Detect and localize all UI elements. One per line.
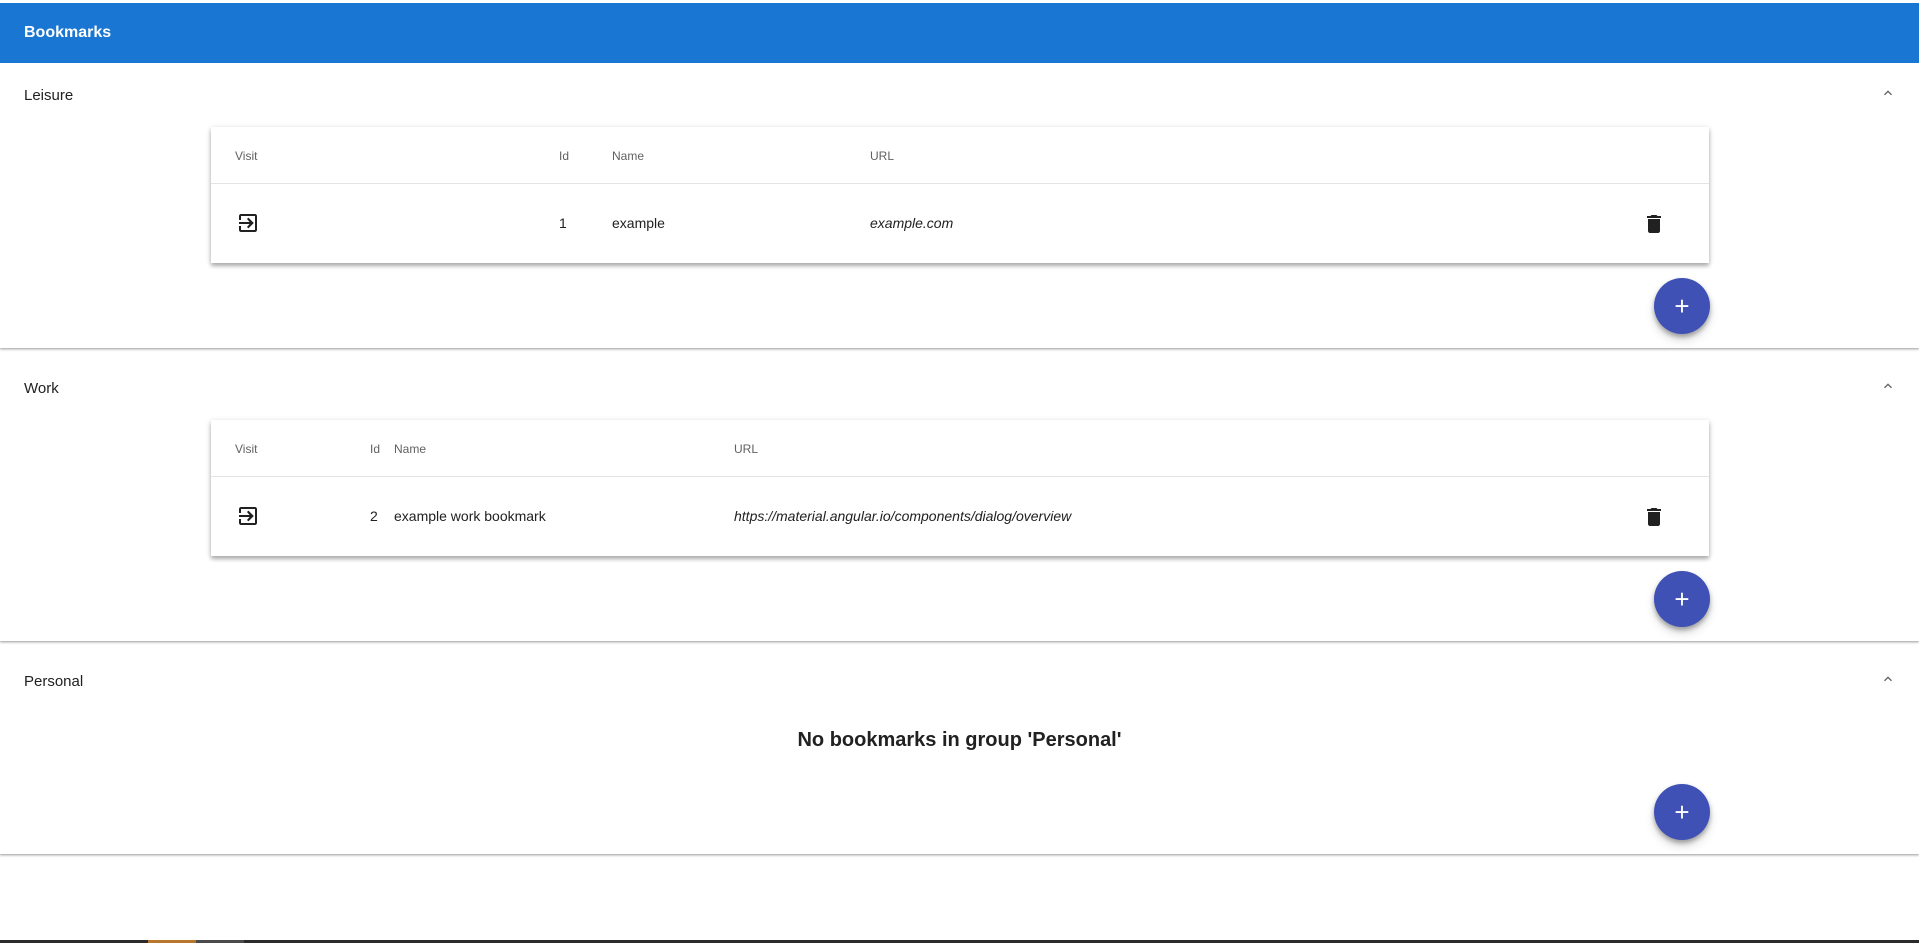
column-header-visit: Visit <box>235 149 258 163</box>
group-panel-leisure: Leisure Visit Id Name URL 1 example exam… <box>0 63 1919 348</box>
chevron-up-icon[interactable] <box>1880 378 1896 394</box>
group-title: Leisure <box>24 87 74 104</box>
bookmark-name: example work bookmark <box>394 508 546 524</box>
table-row: 1 example example.com <box>211 184 1709 263</box>
column-header-name: Name <box>612 149 645 163</box>
login-icon[interactable] <box>236 211 260 235</box>
trash-icon[interactable] <box>1642 505 1666 529</box>
table-row: 2 example work bookmark https://material… <box>211 477 1709 556</box>
add-bookmark-button[interactable]: + <box>1654 571 1710 627</box>
bookmark-url[interactable]: example.com <box>870 215 953 231</box>
group-panel-personal: Personal No bookmarks in group 'Personal… <box>0 649 1919 854</box>
bookmark-name: example <box>612 215 665 231</box>
add-bookmark-button[interactable]: + <box>1654 278 1710 334</box>
column-header-id: Id <box>559 149 570 163</box>
bookmark-id: 1 <box>559 215 567 231</box>
bookmarks-table: Visit Id Name URL 1 example example.com <box>211 127 1709 263</box>
chevron-up-icon[interactable] <box>1880 671 1896 687</box>
bookmark-id: 2 <box>370 508 378 524</box>
group-title: Personal <box>24 673 84 690</box>
group-header-leisure[interactable]: Leisure <box>0 63 1919 123</box>
app-toolbar: Bookmarks <box>0 3 1919 63</box>
login-icon[interactable] <box>236 504 260 528</box>
chevron-up-icon[interactable] <box>1880 85 1896 101</box>
table-header-row: Visit Id Name URL <box>211 420 1709 477</box>
empty-group-message: No bookmarks in group 'Personal' <box>797 729 1122 751</box>
trash-icon[interactable] <box>1642 212 1666 236</box>
column-header-visit: Visit <box>235 442 258 456</box>
group-panel-work: Work Visit Id Name URL 2 example work bo… <box>0 356 1919 641</box>
column-header-url: URL <box>734 442 759 456</box>
column-header-name: Name <box>394 442 427 456</box>
app-title: Bookmarks <box>24 24 112 41</box>
group-header-work[interactable]: Work <box>0 356 1919 416</box>
bookmarks-table: Visit Id Name URL 2 example work bookmar… <box>211 420 1709 556</box>
column-header-url: URL <box>870 149 895 163</box>
add-bookmark-button[interactable]: + <box>1654 784 1710 840</box>
table-header-row: Visit Id Name URL <box>211 127 1709 184</box>
bookmark-url[interactable]: https://material.angular.io/components/d… <box>734 508 1071 524</box>
column-header-id: Id <box>370 442 381 456</box>
group-title: Work <box>24 380 59 397</box>
group-header-personal[interactable]: Personal <box>0 649 1919 709</box>
